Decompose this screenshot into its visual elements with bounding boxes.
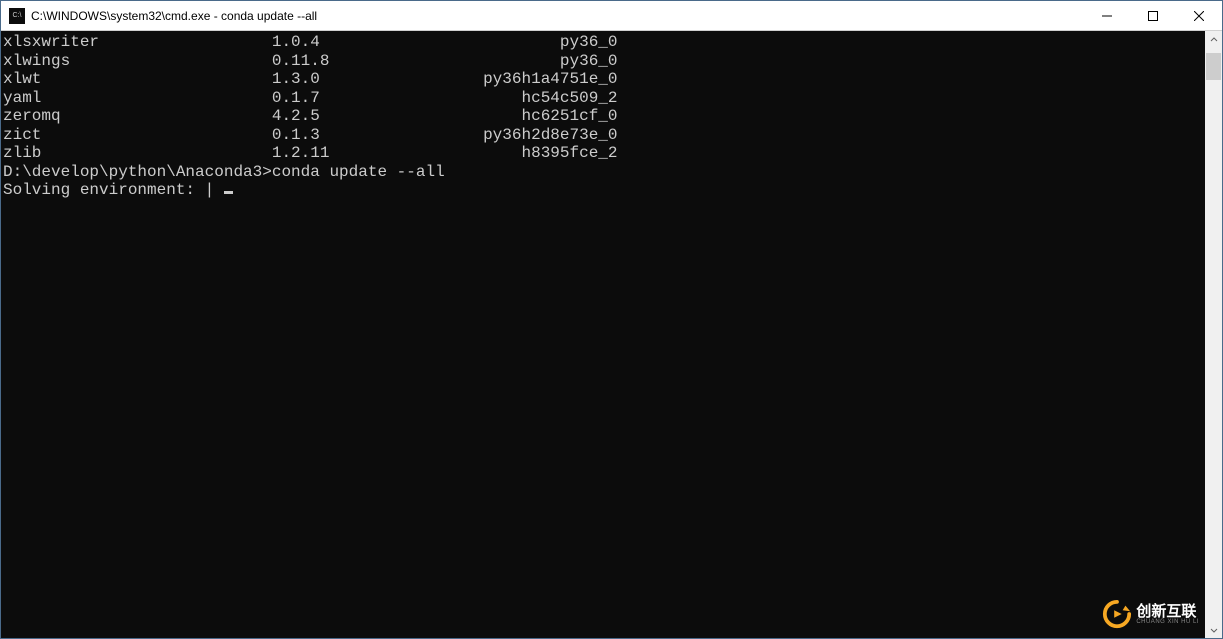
terminal-line: zict 0.1.3 py36h2d8e73e_0 bbox=[3, 126, 1205, 145]
terminal-line: zlib 1.2.11 h8395fce_2 bbox=[3, 144, 1205, 163]
terminal-line: xlwings 0.11.8 py36_0 bbox=[3, 52, 1205, 71]
chevron-up-icon bbox=[1210, 36, 1218, 44]
scroll-up-button[interactable] bbox=[1205, 31, 1222, 48]
scroll-down-button[interactable] bbox=[1205, 621, 1222, 638]
vertical-scrollbar[interactable] bbox=[1205, 31, 1222, 638]
status-line: Solving environment: | bbox=[3, 181, 1205, 200]
terminal-output[interactable]: xlsxwriter 1.0.4 py36_0xlwings 0.11.8 py… bbox=[1, 31, 1205, 638]
maximize-button[interactable] bbox=[1130, 1, 1176, 30]
scroll-thumb[interactable] bbox=[1206, 53, 1221, 80]
minimize-icon bbox=[1102, 11, 1112, 21]
titlebar[interactable]: C:\ C:\WINDOWS\system32\cmd.exe - conda … bbox=[1, 1, 1222, 31]
console-area: xlsxwriter 1.0.4 py36_0xlwings 0.11.8 py… bbox=[1, 31, 1222, 638]
cmd-window: C:\ C:\WINDOWS\system32\cmd.exe - conda … bbox=[0, 0, 1223, 639]
terminal-line: zeromq 4.2.5 hc6251cf_0 bbox=[3, 107, 1205, 126]
terminal-line: D:\develop\python\Anaconda3>conda update… bbox=[3, 163, 1205, 182]
minimize-button[interactable] bbox=[1084, 1, 1130, 30]
close-icon bbox=[1194, 11, 1204, 21]
terminal-line: xlwt 1.3.0 py36h1a4751e_0 bbox=[3, 70, 1205, 89]
maximize-icon bbox=[1148, 11, 1158, 21]
close-button[interactable] bbox=[1176, 1, 1222, 30]
terminal-line: yaml 0.1.7 hc54c509_2 bbox=[3, 89, 1205, 108]
terminal-line: xlsxwriter 1.0.4 py36_0 bbox=[3, 33, 1205, 52]
cursor bbox=[224, 191, 233, 194]
cmd-icon: C:\ bbox=[9, 8, 25, 24]
window-title: C:\WINDOWS\system32\cmd.exe - conda upda… bbox=[31, 9, 317, 23]
chevron-down-icon bbox=[1210, 626, 1218, 634]
scroll-track[interactable] bbox=[1205, 48, 1222, 621]
window-controls bbox=[1084, 1, 1222, 30]
